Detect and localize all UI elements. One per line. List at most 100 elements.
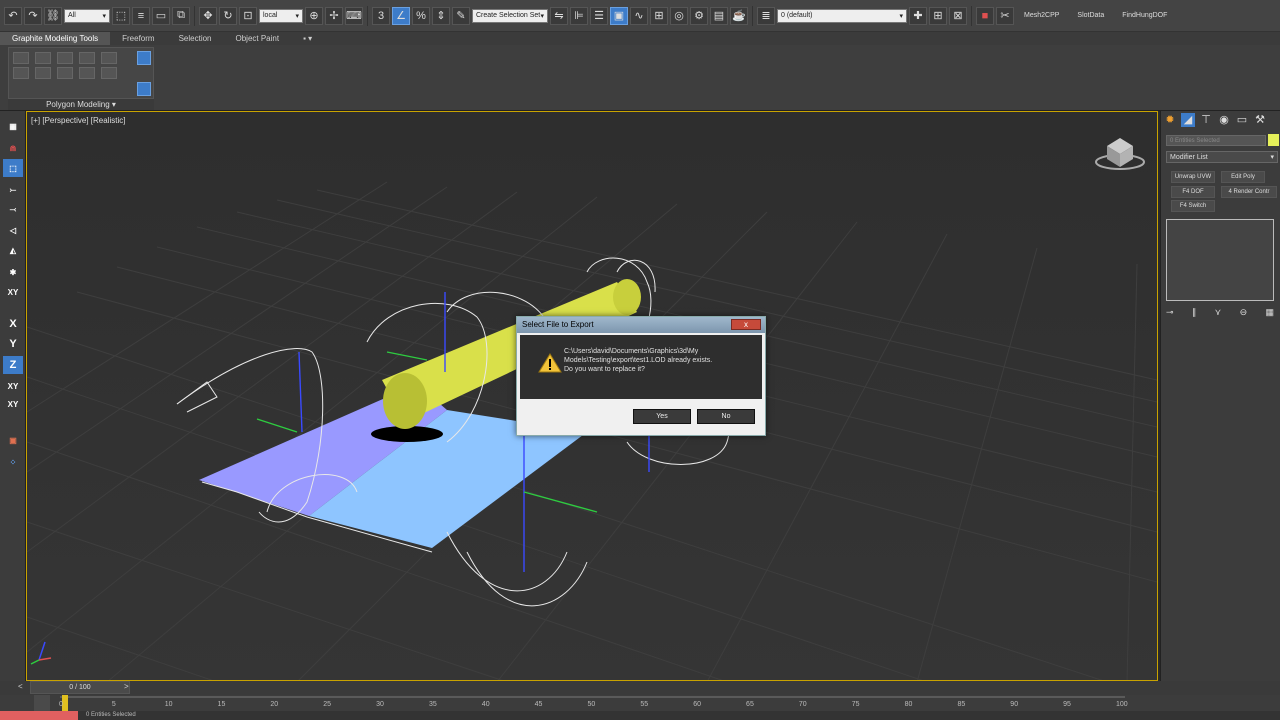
modifier-stack[interactable] xyxy=(1166,219,1274,301)
remove-modifier-icon[interactable]: ⊖ xyxy=(1240,307,1248,319)
rect-selection-icon[interactable]: ▭ xyxy=(152,6,170,25)
ribbon-tool-button[interactable] xyxy=(13,52,29,64)
align-icon[interactable]: ⊫ xyxy=(570,6,588,25)
selection-set-dropdown[interactable]: Create Selection Set ▾ xyxy=(472,8,548,23)
track-bar[interactable]: 0 5 10 15 20 25 30 35 40 45 50 55 60 65 70 75 80 85 90 95 10… xyxy=(0,695,1280,711)
show-end-result-icon[interactable]: ∥ xyxy=(1192,307,1197,319)
ribbon-tool-button[interactable] xyxy=(57,67,73,79)
window-crossing-icon[interactable]: ⧉ xyxy=(172,6,190,25)
f4-render-control-button[interactable]: 4 Render Contr xyxy=(1221,186,1277,198)
axis-xy-button[interactable]: XY xyxy=(3,377,23,395)
axis-z-button[interactable]: Z xyxy=(3,356,23,374)
angle-snap-icon[interactable]: ∠ xyxy=(392,6,410,25)
rotate-icon[interactable]: ↻ xyxy=(219,6,237,25)
add-layer-icon[interactable]: ✚ xyxy=(909,6,927,25)
ribbon-tool-button[interactable] xyxy=(13,67,29,79)
snap-toggle-icon[interactable]: 3 xyxy=(372,6,390,25)
ribbon-tool-button[interactable] xyxy=(79,52,95,64)
f4-dof-button[interactable]: F4 DOF xyxy=(1171,186,1215,198)
redo-icon[interactable]: ↷ xyxy=(24,6,42,25)
layer-icon[interactable]: ≣ xyxy=(757,6,775,25)
time-slider[interactable]: 0 / 100 xyxy=(30,681,130,694)
timeline-left-arrow[interactable]: < xyxy=(18,682,23,691)
percent-snap-icon[interactable]: % xyxy=(412,6,430,25)
keyboard-shortcut-icon[interactable]: ⌨ xyxy=(345,6,363,25)
ribbon-options-icon[interactable]: ▪ ▾ xyxy=(291,32,324,45)
schematic-view-icon[interactable]: ⊞ xyxy=(650,6,668,25)
add-to-layer-icon[interactable]: ⊞ xyxy=(929,6,947,25)
modify-tab-icon[interactable]: ◢ xyxy=(1181,113,1195,127)
no-button[interactable]: No xyxy=(697,409,755,424)
link-icon[interactable]: ⛓ xyxy=(44,6,62,25)
f4-switch-button[interactable]: F4 Switch xyxy=(1171,200,1215,212)
unwrap-uvw-button[interactable]: Unwrap UVW xyxy=(1171,171,1215,183)
object-color-swatch[interactable] xyxy=(1268,134,1279,146)
mirror-icon[interactable]: ⇋ xyxy=(550,6,568,25)
axis-xy-cycle-button[interactable]: XY xyxy=(3,395,23,413)
object-tool-icon[interactable]: ▣ xyxy=(3,431,23,449)
select-by-name-icon[interactable]: ≡ xyxy=(132,6,150,25)
link-tool-icon[interactable]: ⤚ xyxy=(3,181,23,199)
ribbon-tool-button[interactable] xyxy=(79,67,95,79)
pin-stack-icon[interactable]: ⊸ xyxy=(1166,307,1174,319)
curve-editor-icon[interactable]: ∿ xyxy=(630,6,648,25)
tab-graphite-modeling-tools[interactable]: Graphite Modeling Tools xyxy=(0,32,111,45)
edit-named-sel-icon[interactable]: ✎ xyxy=(452,6,470,25)
scale-icon[interactable]: ⊡ xyxy=(239,6,257,25)
active-tool-icon[interactable]: ⬚ xyxy=(3,159,23,177)
maxscript-listener[interactable] xyxy=(0,711,78,720)
ribbon-blue-toggle-icon[interactable] xyxy=(137,51,151,65)
make-unique-icon[interactable]: ⋎ xyxy=(1215,307,1222,319)
star-icon[interactable]: ✱ xyxy=(3,263,23,281)
pivot-icon[interactable]: ⊕ xyxy=(305,6,323,25)
unlink-tool-icon[interactable]: ⤙ xyxy=(3,201,23,219)
selection-name-field[interactable]: 0 Entities Selected xyxy=(1166,135,1266,146)
select-object-icon[interactable]: ⬚ xyxy=(112,6,130,25)
hierarchy-tab-icon[interactable]: ⊤ xyxy=(1199,113,1213,127)
grid-icon[interactable]: ▦ xyxy=(3,117,23,135)
script-mesh2cpp[interactable]: Mesh2CPP xyxy=(1024,12,1059,19)
polygon-modeling-label[interactable]: Polygon Modeling ▾ xyxy=(8,99,154,110)
viewport-label[interactable]: [+] [Perspective] [Realistic] xyxy=(31,116,125,125)
display-tab-icon[interactable]: ▭ xyxy=(1235,113,1249,127)
selection-filter-dropdown[interactable]: All ▾ xyxy=(64,8,110,23)
material-editor-icon[interactable]: ◎ xyxy=(670,6,688,25)
utilities-tab-icon[interactable]: ⚒ xyxy=(1253,113,1267,127)
select-manipulate-icon[interactable]: ✢ xyxy=(325,6,343,25)
modifier-list-dropdown[interactable]: Modifier List ▾ xyxy=(1166,151,1278,163)
tab-freeform[interactable]: Freeform xyxy=(110,32,166,45)
xy-lock-icon[interactable]: XY xyxy=(3,283,23,301)
ribbon-tool-button[interactable] xyxy=(101,67,117,79)
layer-manager-icon[interactable]: ☰ xyxy=(590,6,608,25)
particle-icon[interactable]: ⁘ xyxy=(3,453,23,471)
render-icon[interactable]: ☕ xyxy=(730,6,748,25)
script-tool-icon[interactable]: ✂ xyxy=(996,6,1014,25)
layer-dropdown[interactable]: 0 (default) ▾ xyxy=(777,8,907,23)
axis-x-button[interactable]: X xyxy=(3,315,23,333)
ribbon-tool-button[interactable] xyxy=(101,52,117,64)
select-in-layer-icon[interactable]: ⊠ xyxy=(949,6,967,25)
bind-icon[interactable]: ◁ xyxy=(3,221,23,239)
ribbon-tool-button[interactable] xyxy=(35,52,51,64)
script-slotdata[interactable]: SlotData xyxy=(1077,12,1104,19)
script-red-icon[interactable]: ■ xyxy=(976,6,994,25)
motion-tab-icon[interactable]: ◉ xyxy=(1217,113,1231,127)
rendered-frame-icon[interactable]: ▤ xyxy=(710,6,728,25)
ribbon-tool-button[interactable] xyxy=(57,52,73,64)
coord-system-dropdown[interactable]: local ▾ xyxy=(259,8,303,23)
tab-selection[interactable]: Selection xyxy=(167,32,224,45)
dialog-close-button[interactable]: x xyxy=(731,319,761,330)
move-icon[interactable]: ✥ xyxy=(199,6,217,25)
fill-icon[interactable]: ◭ xyxy=(3,241,23,259)
tab-object-paint[interactable]: Object Paint xyxy=(224,32,292,45)
configure-sets-icon[interactable]: ▦ xyxy=(1265,307,1274,319)
edit-poly-button[interactable]: Edit Poly xyxy=(1221,171,1265,183)
yes-button[interactable]: Yes xyxy=(633,409,691,424)
axis-y-button[interactable]: Y xyxy=(3,335,23,353)
graphite-toggle-icon[interactable]: ▣ xyxy=(610,6,628,25)
ribbon-tool-button[interactable] xyxy=(35,67,51,79)
ribbon-blue-toggle-icon[interactable] xyxy=(137,82,151,96)
script-findhungdof[interactable]: FindHungDOF xyxy=(1122,12,1167,19)
create-tab-icon[interactable]: ✹ xyxy=(1163,113,1177,127)
snap-magnet-icon[interactable]: ⋒ xyxy=(3,139,23,157)
